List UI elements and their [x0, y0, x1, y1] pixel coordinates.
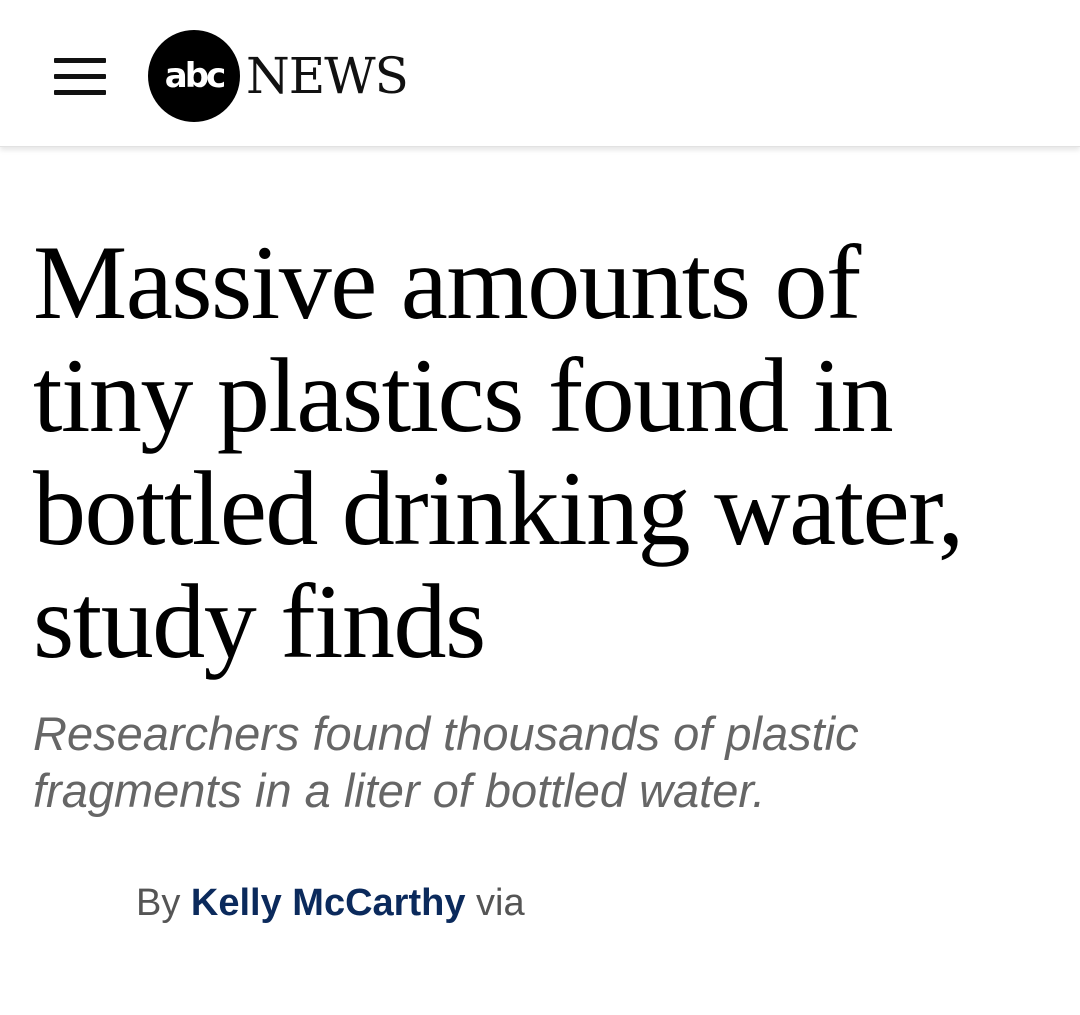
- site-header: abc NEWS: [0, 0, 1080, 147]
- article-byline: By Kelly McCarthy via: [136, 878, 525, 928]
- byline-prefix: By: [136, 882, 181, 924]
- abc-news-logo[interactable]: abc NEWS: [148, 30, 409, 122]
- abc-logo-circle: abc: [148, 30, 240, 122]
- author-link[interactable]: Kelly McCarthy: [191, 882, 466, 924]
- menu-bar: [54, 58, 106, 63]
- article-headline: Massive amounts of tiny plastics found i…: [33, 224, 964, 680]
- news-logo-word: NEWS: [246, 47, 409, 105]
- hamburger-menu-icon[interactable]: [54, 58, 106, 98]
- menu-bar: [54, 90, 106, 95]
- byline-suffix: via: [476, 882, 525, 924]
- menu-bar: [54, 74, 106, 79]
- article-subheadline: Researchers found thousands of plastic f…: [33, 707, 859, 817]
